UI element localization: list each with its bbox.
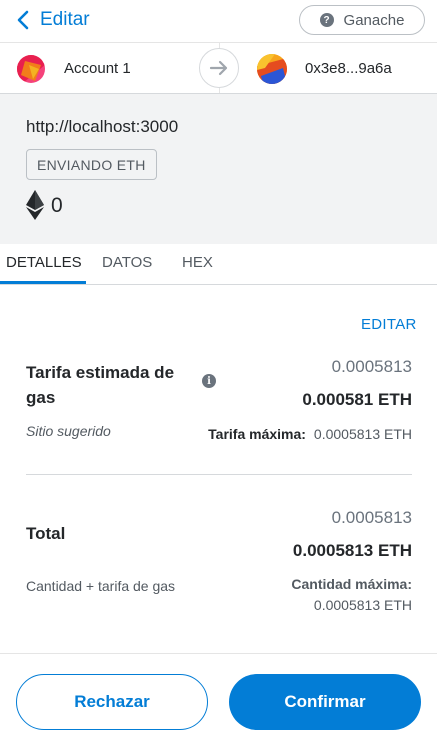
max-amount-value: 0.0005813 ETH	[313, 597, 412, 613]
transfer-arrow	[199, 48, 239, 88]
tab-hex[interactable]: HEX	[182, 254, 213, 271]
back-button[interactable]: Editar	[14, 8, 90, 32]
section-divider	[26, 474, 412, 475]
confirm-button[interactable]: Confirmar	[229, 674, 421, 730]
to-address: 0x3e8...9a6a	[305, 60, 392, 77]
gas-fee-label: Tarifa estimada de gas	[26, 363, 175, 407]
gas-fee-primary: 0.000581 ETH	[302, 390, 412, 409]
amount-value: 0	[51, 194, 63, 217]
max-fee-label: Tarifa máxima:	[208, 426, 306, 442]
total-subtitle: Cantidad + tarifa de gas	[26, 578, 176, 594]
arrow-right-icon	[209, 60, 228, 76]
chevron-left-icon	[17, 10, 29, 30]
network-label: Ganache	[343, 11, 405, 29]
from-avatar	[17, 55, 45, 83]
total-label: Total	[26, 524, 66, 543]
total-secondary: 0.0005813	[331, 508, 412, 527]
reject-button[interactable]: Rechazar	[16, 674, 208, 730]
edit-gas-button[interactable]: EDITAR	[361, 316, 417, 333]
to-avatar	[257, 54, 287, 84]
eth-icon	[26, 190, 44, 220]
total-primary: 0.0005813 ETH	[292, 541, 412, 560]
from-account-name: Account 1	[64, 60, 131, 77]
origin-url: http://localhost:3000	[26, 117, 179, 136]
gas-fee-secondary: 0.0005813	[331, 357, 412, 376]
max-fee-value: 0.0005813 ETH	[313, 426, 412, 442]
tab-details[interactable]: DETALLES	[6, 254, 82, 271]
active-tab-indicator	[0, 281, 86, 284]
max-amount-label: Cantidad máxima:	[291, 576, 412, 592]
network-selector[interactable]: ? Ganache	[299, 5, 425, 35]
info-icon[interactable]: i	[202, 374, 216, 388]
back-label: Editar	[40, 9, 90, 30]
gas-fee-subtitle: Sitio sugerido	[26, 423, 111, 439]
tab-data[interactable]: DATOS	[102, 254, 152, 271]
question-icon: ?	[319, 13, 334, 27]
max-fee-row: Tarifa máxima: 0.0005813 ETH	[208, 426, 412, 442]
action-badge: ENVIANDO ETH	[26, 149, 157, 180]
footer-divider	[0, 653, 437, 654]
